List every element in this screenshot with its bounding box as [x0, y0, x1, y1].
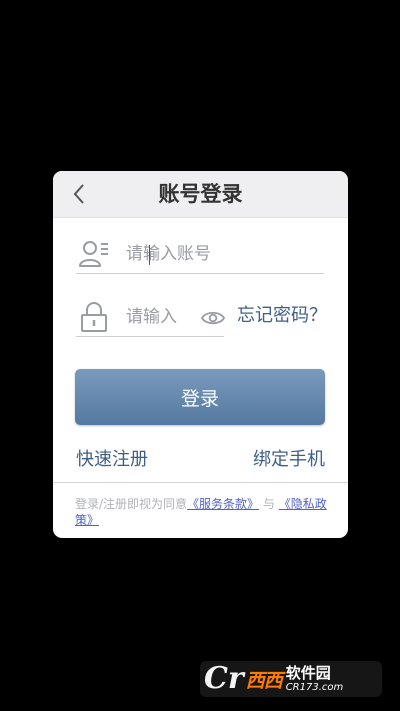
password-input[interactable] [126, 307, 186, 327]
login-button[interactable]: 登录 [75, 369, 325, 425]
agreement-conjunction: 与 [262, 497, 275, 511]
watermark-text: 软件园 CR173.com [285, 664, 344, 694]
account-field[interactable] [76, 235, 324, 274]
account-input[interactable] [126, 244, 286, 264]
user-list-icon [76, 237, 112, 271]
dialog-header: 账号登录 [53, 171, 348, 218]
login-dialog: 账号登录 请输入账号 忘记密码？ 登录 快速注册 绑定手机 登录/注册即视为同意… [53, 171, 348, 538]
agreement-text: 登录/注册即视为同意《服务条款》 与 《隐私政策》 [75, 496, 327, 528]
eye-icon [201, 311, 225, 325]
agreement-prefix: 登录/注册即视为同意 [75, 497, 188, 511]
watermark-logo-mark: Cr [204, 661, 244, 696]
watermark-logo-red: 西西 [245, 669, 283, 692]
terms-of-service-link[interactable]: 《服务条款》 [187, 497, 259, 511]
watermark-name: 软件园 [285, 664, 331, 682]
toggle-visibility-button[interactable] [200, 307, 226, 329]
bind-phone-link[interactable]: 绑定手机 [253, 445, 325, 471]
password-field[interactable] [76, 298, 226, 337]
watermark-url: CR173.com [285, 682, 344, 693]
quick-register-link[interactable]: 快速注册 [76, 445, 148, 471]
text-cursor [149, 245, 150, 265]
divider [53, 482, 348, 483]
dialog-title: 账号登录 [158, 182, 243, 206]
site-watermark: Cr 西西 软件园 CR173.com [200, 661, 382, 697]
forgot-password-link[interactable]: 忘记密码？ [237, 301, 327, 327]
lock-icon [76, 300, 112, 334]
app-screen: 账号登录 请输入账号 忘记密码？ 登录 快速注册 绑定手机 登录/注册即视为同意… [0, 0, 400, 711]
